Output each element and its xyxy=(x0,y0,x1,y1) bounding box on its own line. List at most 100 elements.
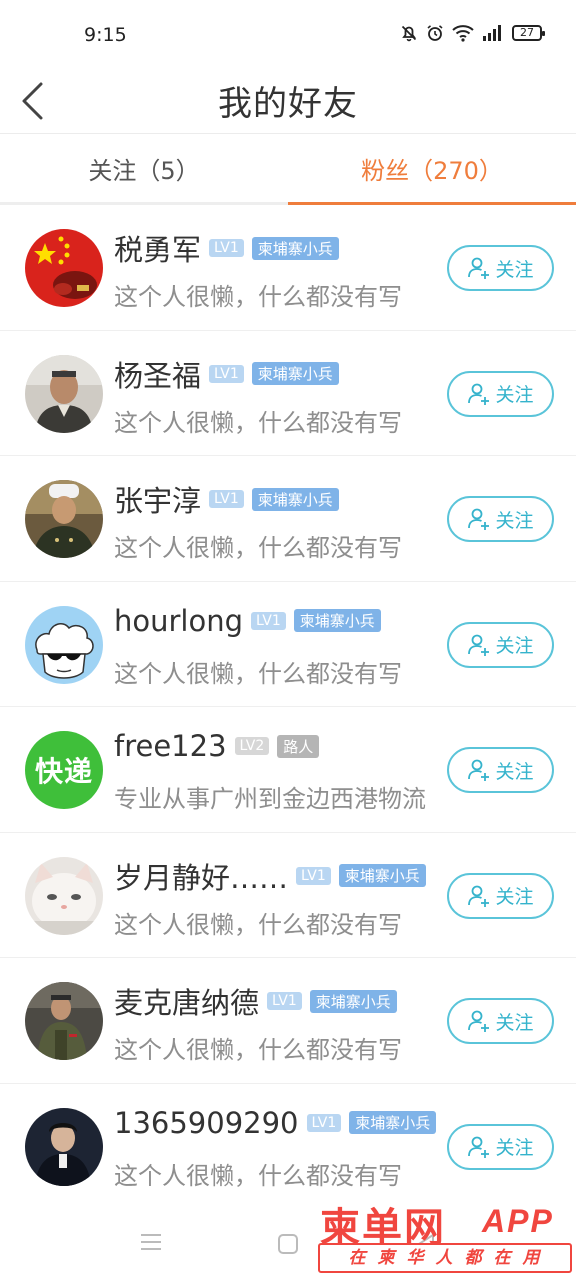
list-item[interactable]: 税勇军 LV1 柬埔寨小兵 这个人很懒，什么都没有写 关注 xyxy=(0,205,576,331)
rank-badge: 路人 xyxy=(277,734,320,758)
tab-following[interactable]: 关注（5） xyxy=(0,135,288,202)
flag-avatar-image xyxy=(25,229,103,307)
header: 我的好友 xyxy=(0,70,576,134)
rank-badge: 柬埔寨小兵 xyxy=(251,236,339,260)
avatar[interactable] xyxy=(25,1107,103,1186)
user-name: 杨圣福 xyxy=(114,358,202,393)
rank-badge: 柬埔寨小兵 xyxy=(251,487,339,511)
level-badge: LV1 xyxy=(251,611,286,630)
user-bio: 这个人很懒，什么都没有写 xyxy=(114,1036,402,1064)
watermark: 柬单网 APP 在柬华人都在用 xyxy=(318,1195,574,1275)
level-badge: LV1 xyxy=(209,364,244,383)
watermark-app: APP xyxy=(482,1203,554,1239)
follow-button[interactable]: 关注 xyxy=(447,747,554,793)
add-user-icon xyxy=(468,885,490,907)
list-item[interactable]: 麦克唐纳德 LV1 柬埔寨小兵 这个人很懒，什么都没有写 关注 xyxy=(0,958,576,1084)
name-line: 岁月静好…… LV1 柬埔寨小兵 xyxy=(114,855,426,897)
user-name: 岁月静好…… xyxy=(114,860,289,895)
follow-label: 关注 xyxy=(495,760,534,783)
tab-fans[interactable]: 粉丝（270） xyxy=(288,135,576,205)
name-line: 税勇军 LV1 柬埔寨小兵 xyxy=(114,227,339,269)
avatar-text: 快递 xyxy=(34,755,93,788)
name-line: hourlong LV1 柬埔寨小兵 xyxy=(114,604,381,638)
follow-button[interactable]: 关注 xyxy=(447,496,554,542)
follow-label: 关注 xyxy=(495,384,534,406)
fans-list: 税勇军 LV1 柬埔寨小兵 这个人很懒，什么都没有写 关注 杨圣福 LV1 柬埔… xyxy=(0,205,576,1209)
follow-button[interactable]: 关注 xyxy=(447,998,554,1044)
wifi-icon xyxy=(452,25,474,42)
rank-badge: 柬埔寨小兵 xyxy=(349,1111,437,1134)
level-badge: LV1 xyxy=(209,239,244,257)
follow-button[interactable]: 关注 xyxy=(447,1123,554,1170)
list-item[interactable]: 张宇淳 LV1 柬埔寨小兵 这个人很懒，什么都没有写 关注 xyxy=(0,456,576,582)
list-item[interactable]: 杨圣福 LV1 柬埔寨小兵 这个人很懒，什么都没有写 关注 xyxy=(0,331,576,456)
list-item[interactable]: hourlong LV1 柬埔寨小兵 这个人很懒，什么都没有写 关注 xyxy=(0,582,576,707)
avatar[interactable] xyxy=(25,856,103,935)
status-bar: 9:15 27 xyxy=(0,0,576,70)
avatar[interactable] xyxy=(25,354,103,433)
name-line: free123 LV2 路人 xyxy=(114,729,320,763)
level-badge: LV2 xyxy=(234,737,270,755)
cartoon-cloud-avatar-image xyxy=(25,605,103,684)
watermark-slogan: 在柬华人都在用 xyxy=(318,1243,572,1273)
follow-button[interactable]: 关注 xyxy=(447,245,554,291)
cat-avatar-image xyxy=(25,856,103,935)
level-badge: LV1 xyxy=(267,992,302,1010)
user-name: 税勇军 xyxy=(114,233,202,267)
level-badge: LV1 xyxy=(296,866,331,885)
name-line: 张宇淳 LV1 柬埔寨小兵 xyxy=(114,478,339,520)
avatar[interactable] xyxy=(25,605,103,684)
avatar[interactable]: 快递 xyxy=(25,731,103,809)
follow-label: 关注 xyxy=(495,1137,534,1159)
rank-badge: 柬埔寨小兵 xyxy=(251,362,339,385)
follow-label: 关注 xyxy=(495,635,534,657)
follow-label: 关注 xyxy=(495,509,534,532)
rank-badge: 柬埔寨小兵 xyxy=(293,609,381,632)
add-user-icon xyxy=(468,1136,490,1158)
user-bio: 这个人很懒，什么都没有写 xyxy=(114,659,402,688)
follow-label: 关注 xyxy=(495,258,534,281)
menu-icon xyxy=(141,1234,161,1250)
user-name: 麦克唐纳德 xyxy=(114,986,260,1020)
add-user-icon xyxy=(468,508,490,530)
add-user-icon xyxy=(468,257,490,279)
avatar[interactable] xyxy=(25,982,103,1060)
user-name: hourlong xyxy=(114,603,244,638)
avatar[interactable] xyxy=(25,229,103,307)
list-item[interactable]: 岁月静好…… LV1 柬埔寨小兵 这个人很懒，什么都没有写 关注 xyxy=(0,833,576,958)
user-bio: 这个人很懒，什么都没有写 xyxy=(114,534,402,562)
alarm-icon xyxy=(427,25,443,41)
name-line: 麦克唐纳德 LV1 柬埔寨小兵 xyxy=(114,980,397,1022)
list-item[interactable]: 快递 free123 LV2 路人 专业从事广州到金边西港物流 关注 xyxy=(0,707,576,833)
nav-home-button[interactable] xyxy=(278,1234,298,1254)
user-name: 1365909290 xyxy=(114,1105,299,1140)
status-icons: 27 xyxy=(400,24,545,42)
add-user-icon xyxy=(468,383,490,405)
level-badge: LV1 xyxy=(209,490,244,508)
status-time: 9:15 xyxy=(84,24,127,46)
user-name: free123 xyxy=(114,729,227,763)
nav-menu-button[interactable] xyxy=(140,1232,162,1256)
follow-button[interactable]: 关注 xyxy=(447,872,554,919)
user-name: 张宇淳 xyxy=(114,484,202,518)
mute-bell-icon xyxy=(401,25,417,42)
rank-badge: 柬埔寨小兵 xyxy=(309,989,397,1013)
page-title: 我的好友 xyxy=(218,84,358,124)
follow-button[interactable]: 关注 xyxy=(447,370,554,417)
soldier-avatar-image xyxy=(25,982,103,1060)
follow-button[interactable]: 关注 xyxy=(447,621,554,668)
add-user-icon xyxy=(468,1010,490,1032)
add-user-icon xyxy=(468,634,490,656)
follow-label: 关注 xyxy=(495,886,534,908)
add-user-icon xyxy=(468,759,490,781)
dark-portrait-avatar-image xyxy=(25,1107,103,1186)
name-line: 1365909290 LV1 柬埔寨小兵 xyxy=(114,1105,437,1140)
rank-badge: 柬埔寨小兵 xyxy=(338,864,426,887)
tab-bar: 关注（5） 粉丝（270） xyxy=(0,135,576,205)
avatar[interactable] xyxy=(25,480,103,558)
user-bio: 这个人很懒，什么都没有写 xyxy=(114,910,402,939)
list-item[interactable]: 1365909290 LV1 柬埔寨小兵 这个人很懒，什么都没有写 关注 xyxy=(0,1084,576,1210)
user-bio: 这个人很懒，什么都没有写 xyxy=(114,1161,402,1190)
level-badge: LV1 xyxy=(306,1113,342,1132)
chef-avatar-image xyxy=(25,480,103,558)
